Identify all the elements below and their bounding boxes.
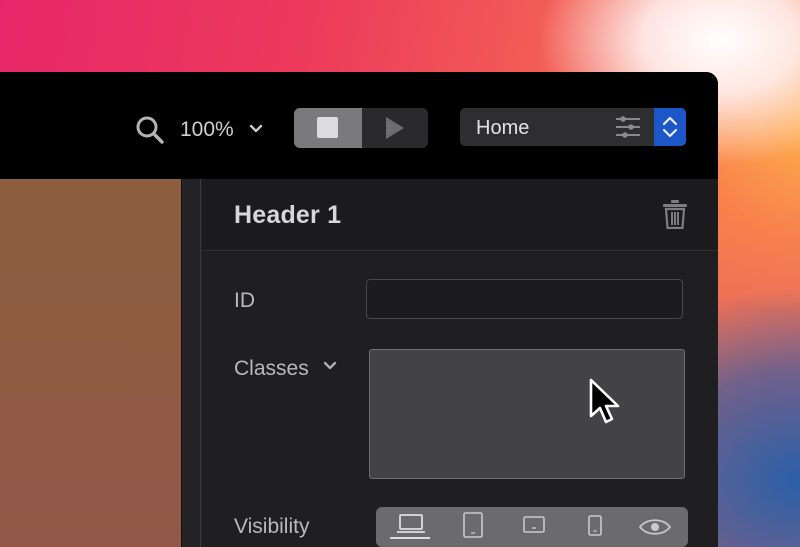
chevron-down-icon[interactable] (322, 359, 338, 373)
id-label: ID (234, 289, 255, 312)
design-canvas[interactable] (0, 179, 181, 547)
panel-divider[interactable] (181, 179, 202, 547)
properties-panel: Header 1 ID Classes Visibility (202, 179, 718, 547)
visibility-device-group (376, 507, 688, 547)
classes-label[interactable]: Classes (234, 357, 309, 381)
id-field[interactable] (366, 279, 683, 319)
preview-toggle (294, 108, 428, 148)
classes-input[interactable] (369, 349, 685, 479)
divider-line (200, 179, 201, 547)
phone-icon[interactable] (587, 514, 603, 538)
sliders-icon (616, 116, 640, 138)
stop-button[interactable] (294, 108, 362, 148)
chevron-up-down-icon (662, 116, 678, 138)
magnifier-icon[interactable] (135, 115, 165, 145)
laptop-icon[interactable] (396, 513, 426, 535)
tablet-icon[interactable] (462, 511, 484, 539)
chevron-down-icon[interactable] (248, 118, 264, 138)
editor-window: 100% Home Header 1 ID Classes Visibility (0, 72, 718, 547)
visibility-label: Visibility (234, 515, 310, 538)
zoom-level[interactable]: 100% (180, 118, 234, 142)
play-button[interactable] (362, 108, 428, 148)
trash-icon[interactable] (662, 199, 688, 229)
toolbar: 100% Home (0, 72, 718, 179)
page-selector[interactable]: Home (460, 108, 686, 146)
panel-title: Header 1 (234, 201, 342, 229)
selected-device-indicator (390, 537, 430, 539)
panel-header: Header 1 (202, 179, 718, 251)
play-icon (386, 117, 404, 139)
tablet-landscape-icon[interactable] (522, 515, 546, 535)
eye-icon[interactable] (638, 517, 672, 537)
page-selector-value: Home (476, 117, 530, 139)
mouse-pointer-icon (589, 378, 620, 424)
page-stepper[interactable] (654, 108, 686, 146)
stop-icon (317, 117, 338, 138)
